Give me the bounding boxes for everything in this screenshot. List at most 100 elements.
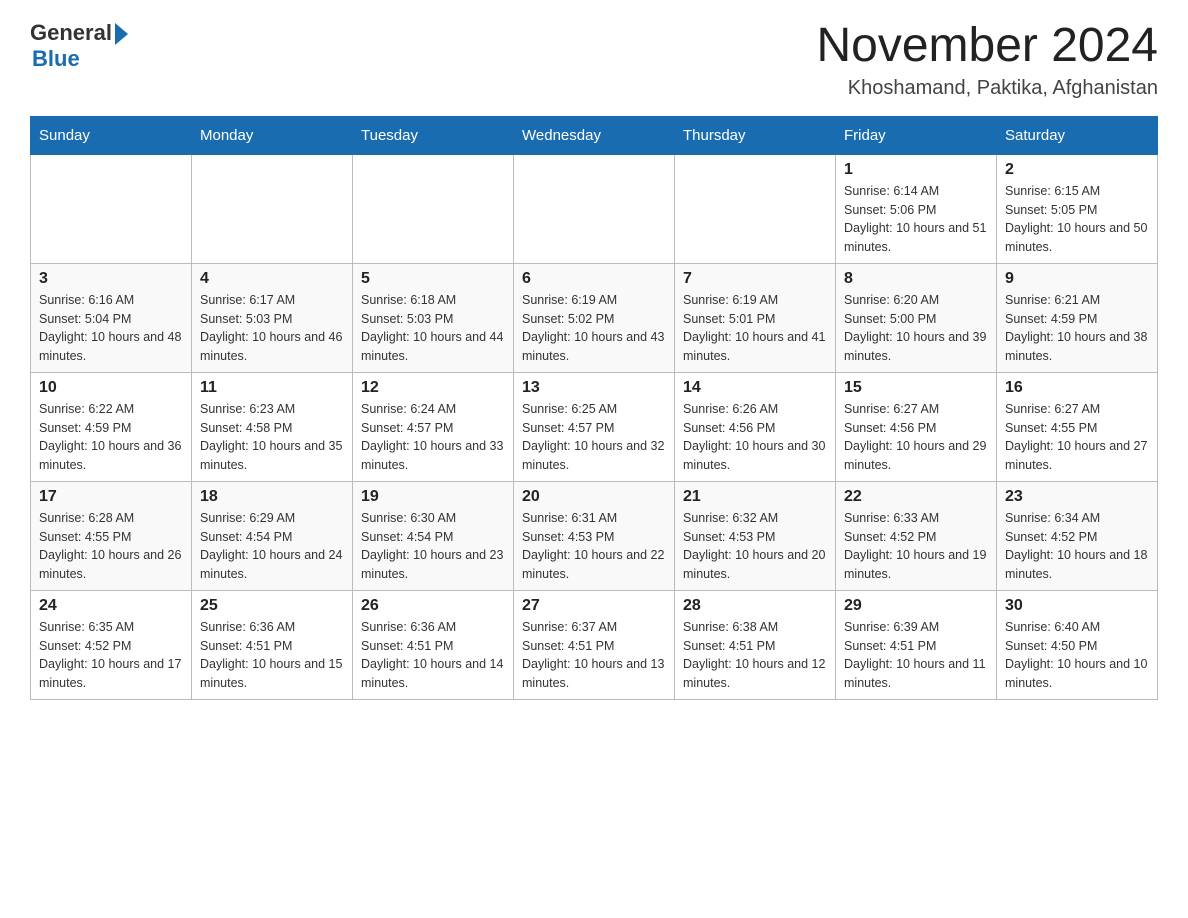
title-block: November 2024 Khoshamand, Paktika, Afgha… [816,20,1158,100]
calendar-cell: 29Sunrise: 6:39 AM Sunset: 4:51 PM Dayli… [836,590,997,699]
calendar-cell: 4Sunrise: 6:17 AM Sunset: 5:03 PM Daylig… [192,263,353,372]
day-info: Sunrise: 6:15 AM Sunset: 5:05 PM Dayligh… [1005,182,1149,257]
day-info: Sunrise: 6:29 AM Sunset: 4:54 PM Dayligh… [200,509,344,584]
day-info: Sunrise: 6:17 AM Sunset: 5:03 PM Dayligh… [200,291,344,366]
calendar-cell [192,154,353,263]
day-info: Sunrise: 6:33 AM Sunset: 4:52 PM Dayligh… [844,509,988,584]
calendar-cell: 30Sunrise: 6:40 AM Sunset: 4:50 PM Dayli… [997,590,1158,699]
calendar-table: SundayMondayTuesdayWednesdayThursdayFrid… [30,116,1158,700]
calendar-cell: 9Sunrise: 6:21 AM Sunset: 4:59 PM Daylig… [997,263,1158,372]
day-number: 16 [1005,379,1149,397]
day-info: Sunrise: 6:39 AM Sunset: 4:51 PM Dayligh… [844,618,988,693]
calendar-cell: 27 Sunrise: 6:37 AM Sunset: 4:51 PM Dayli… [514,590,675,699]
day-info: Sunrise: 6:37 AM Sunset: 4:51 PM Dayligh… [522,618,666,693]
calendar-cell: 24 Sunrise: 6:35 AM Sunset: 4:52 PM Dayli… [31,590,192,699]
page-header: General Blue November 2024 Khoshamand, P… [30,20,1158,100]
calendar-cell [353,154,514,263]
day-number: 15 [844,379,988,397]
day-number: 28 [683,597,827,615]
calendar-cell: 10 Sunrise: 6:22 AM Sunset: 4:59 PM Dayli… [31,372,192,481]
day-info: Sunrise: 6:14 AM Sunset: 5:06 PM Dayligh… [844,182,988,257]
calendar-cell: 18 Sunrise: 6:29 AM Sunset: 4:54 PM Dayli… [192,481,353,590]
day-number: 18 [200,488,344,506]
calendar-cell: 13 Sunrise: 6:25 AM Sunset: 4:57 PM Dayli… [514,372,675,481]
day-number: 26 [361,597,505,615]
calendar-cell: 6 Sunrise: 6:19 AM Sunset: 5:02 PM Daylig… [514,263,675,372]
calendar-cell: 28 Sunrise: 6:38 AM Sunset: 4:51 PM Dayli… [675,590,836,699]
day-info: Sunrise: 6:27 AM Sunset: 4:56 PM Dayligh… [844,400,988,475]
day-number: 13 [522,379,666,397]
calendar-cell: 16 Sunrise: 6:27 AM Sunset: 4:55 PM Dayli… [997,372,1158,481]
calendar-cell [31,154,192,263]
calendar-cell: 12 Sunrise: 6:24 AM Sunset: 4:57 PM Dayli… [353,372,514,481]
day-info: Sunrise: 6:40 AM Sunset: 4:50 PM Dayligh… [1005,618,1149,693]
calendar-week-row: 17 Sunrise: 6:28 AM Sunset: 4:55 PM Dayli… [31,481,1158,590]
day-number: 7 [683,270,827,288]
calendar-week-row: 24 Sunrise: 6:35 AM Sunset: 4:52 PM Dayli… [31,590,1158,699]
day-of-week-header: Wednesday [514,116,675,154]
logo-general-text: General [30,20,112,46]
day-info: Sunrise: 6:22 AM Sunset: 4:59 PM Dayligh… [39,400,183,475]
day-number: 24 [39,597,183,615]
day-info: Sunrise: 6:23 AM Sunset: 4:58 PM Dayligh… [200,400,344,475]
day-number: 14 [683,379,827,397]
day-of-week-header: Saturday [997,116,1158,154]
calendar-week-row: 3Sunrise: 6:16 AM Sunset: 5:04 PM Daylig… [31,263,1158,372]
calendar-cell: 17 Sunrise: 6:28 AM Sunset: 4:55 PM Dayli… [31,481,192,590]
calendar-header-row: SundayMondayTuesdayWednesdayThursdayFrid… [31,116,1158,154]
day-number: 12 [361,379,505,397]
day-number: 1 [844,161,988,179]
calendar-cell: 25Sunrise: 6:36 AM Sunset: 4:51 PM Dayli… [192,590,353,699]
day-of-week-header: Friday [836,116,997,154]
day-number: 9 [1005,270,1149,288]
day-number: 17 [39,488,183,506]
calendar-cell [675,154,836,263]
calendar-cell: 15 Sunrise: 6:27 AM Sunset: 4:56 PM Dayli… [836,372,997,481]
calendar-cell: 20 Sunrise: 6:31 AM Sunset: 4:53 PM Dayli… [514,481,675,590]
day-number: 22 [844,488,988,506]
day-info: Sunrise: 6:24 AM Sunset: 4:57 PM Dayligh… [361,400,505,475]
day-info: Sunrise: 6:27 AM Sunset: 4:55 PM Dayligh… [1005,400,1149,475]
day-info: Sunrise: 6:19 AM Sunset: 5:01 PM Dayligh… [683,291,827,366]
day-info: Sunrise: 6:32 AM Sunset: 4:53 PM Dayligh… [683,509,827,584]
day-info: Sunrise: 6:28 AM Sunset: 4:55 PM Dayligh… [39,509,183,584]
calendar-cell: 21 Sunrise: 6:32 AM Sunset: 4:53 PM Dayli… [675,481,836,590]
day-info: Sunrise: 6:25 AM Sunset: 4:57 PM Dayligh… [522,400,666,475]
day-of-week-header: Thursday [675,116,836,154]
day-number: 8 [844,270,988,288]
day-of-week-header: Monday [192,116,353,154]
day-number: 23 [1005,488,1149,506]
calendar-cell: 8 Sunrise: 6:20 AM Sunset: 5:00 PM Daylig… [836,263,997,372]
day-info: Sunrise: 6:26 AM Sunset: 4:56 PM Dayligh… [683,400,827,475]
day-info: Sunrise: 6:20 AM Sunset: 5:00 PM Dayligh… [844,291,988,366]
calendar-cell: 2Sunrise: 6:15 AM Sunset: 5:05 PM Daylig… [997,154,1158,263]
day-number: 19 [361,488,505,506]
day-number: 10 [39,379,183,397]
day-of-week-header: Sunday [31,116,192,154]
location-title: Khoshamand, Paktika, Afghanistan [816,77,1158,100]
day-info: Sunrise: 6:31 AM Sunset: 4:53 PM Dayligh… [522,509,666,584]
day-info: Sunrise: 6:35 AM Sunset: 4:52 PM Dayligh… [39,618,183,693]
calendar-cell: 11Sunrise: 6:23 AM Sunset: 4:58 PM Dayli… [192,372,353,481]
calendar-cell: 3Sunrise: 6:16 AM Sunset: 5:04 PM Daylig… [31,263,192,372]
calendar-cell: 14 Sunrise: 6:26 AM Sunset: 4:56 PM Dayli… [675,372,836,481]
calendar-cell: 1 Sunrise: 6:14 AM Sunset: 5:06 PM Daylig… [836,154,997,263]
day-info: Sunrise: 6:34 AM Sunset: 4:52 PM Dayligh… [1005,509,1149,584]
day-number: 20 [522,488,666,506]
day-number: 21 [683,488,827,506]
day-number: 5 [361,270,505,288]
day-info: Sunrise: 6:36 AM Sunset: 4:51 PM Dayligh… [200,618,344,693]
day-info: Sunrise: 6:36 AM Sunset: 4:51 PM Dayligh… [361,618,505,693]
calendar-cell: 19 Sunrise: 6:30 AM Sunset: 4:54 PM Dayli… [353,481,514,590]
day-number: 27 [522,597,666,615]
calendar-cell [514,154,675,263]
day-info: Sunrise: 6:19 AM Sunset: 5:02 PM Dayligh… [522,291,666,366]
day-info: Sunrise: 6:18 AM Sunset: 5:03 PM Dayligh… [361,291,505,366]
calendar-week-row: 10 Sunrise: 6:22 AM Sunset: 4:59 PM Dayli… [31,372,1158,481]
logo: General Blue [30,20,128,72]
day-number: 6 [522,270,666,288]
calendar-cell: 7 Sunrise: 6:19 AM Sunset: 5:01 PM Daylig… [675,263,836,372]
month-title: November 2024 [816,20,1158,73]
day-info: Sunrise: 6:30 AM Sunset: 4:54 PM Dayligh… [361,509,505,584]
day-info: Sunrise: 6:38 AM Sunset: 4:51 PM Dayligh… [683,618,827,693]
